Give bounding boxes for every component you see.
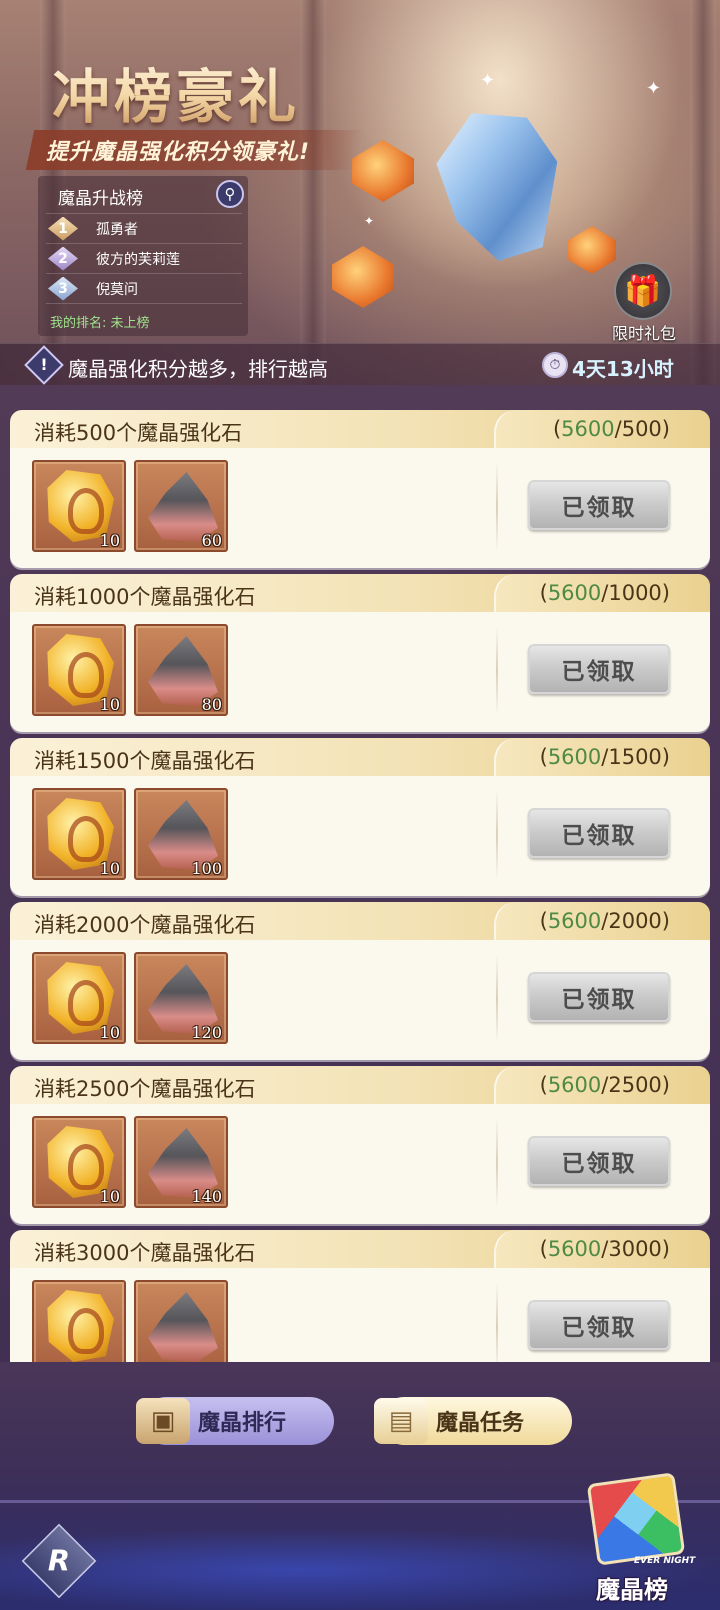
enhance-stone-item[interactable]: 140 — [134, 1116, 228, 1208]
rank-badge-2: 2 — [48, 246, 78, 271]
scroll-icon: ▤ — [374, 1398, 428, 1444]
tab-crystal-tasks[interactable]: ▤ 魔晶任务 — [374, 1397, 572, 1445]
gold-crystal-item[interactable]: 10 — [32, 460, 126, 552]
reward-card: 消耗1000个魔晶强化石 (5600/1000) 10 80 已领取 — [10, 574, 710, 732]
item-quantity: 60 — [201, 531, 222, 550]
sparkle-icon: ✦ — [364, 214, 375, 228]
magic-crystal-illustration — [430, 102, 570, 267]
stopwatch-icon: ⏱ — [542, 352, 568, 378]
divider — [46, 303, 242, 304]
item-quantity: 10 — [99, 1187, 120, 1206]
reward-progress: (5600/1000) — [539, 581, 670, 605]
item-quantity: 10 — [99, 695, 120, 714]
rank-badge-1: 1 — [48, 216, 78, 241]
reward-card: 消耗3000个魔晶强化石 (5600/3000) 已领取 — [10, 1230, 710, 1362]
item-quantity: 140 — [191, 1187, 222, 1206]
reward-requirement: 消耗1000个魔晶强化石 — [34, 585, 256, 609]
search-icon[interactable]: ⚲ — [216, 180, 244, 208]
tab-crystal-ranking[interactable]: ▣ 魔晶排行 — [136, 1397, 334, 1445]
ranking-player-name: 彼方的芙莉莲 — [96, 251, 180, 268]
tab-label: 魔晶排行 — [198, 1411, 287, 1436]
claimed-button[interactable]: 已领取 — [528, 644, 670, 694]
item-quantity: 120 — [191, 1023, 222, 1042]
enhance-stone-item[interactable]: 60 — [134, 460, 228, 552]
reward-requirement: 消耗500个魔晶强化石 — [34, 421, 243, 445]
reward-card-body: 10 120 已领取 — [10, 940, 710, 1060]
reward-card-body: 10 80 已领取 — [10, 612, 710, 732]
ranking-row: 2 彼方的芙莉莲 — [46, 243, 242, 273]
reward-card: 消耗2000个魔晶强化石 (5600/2000) 10 120 已领取 — [10, 902, 710, 1060]
tab-label: 魔晶任务 — [436, 1411, 525, 1436]
item-quantity: 10 — [99, 859, 120, 878]
ranking-title: 魔晶升战榜 — [58, 189, 143, 209]
background-pillar — [690, 0, 716, 385]
reward-list[interactable]: 消耗500个魔晶强化石 (5600/500) 10 60 已领取 消耗1000个… — [0, 410, 720, 1362]
reward-card-body: 10 140 已领取 — [10, 1104, 710, 1224]
page-title: 冲榜豪礼 — [52, 50, 300, 134]
info-text: 魔晶强化积分越多，排行越高 — [68, 357, 328, 381]
reward-card-body: 10 60 已领取 — [10, 448, 710, 568]
reward-progress: (5600/2000) — [539, 909, 670, 933]
crystal-board-label[interactable]: 魔晶榜 — [596, 1570, 668, 1605]
ore-illustration — [332, 246, 394, 308]
reward-card: 消耗500个魔晶强化石 (5600/500) 10 60 已领取 — [10, 410, 710, 568]
page-subtitle: 提升魔晶强化积分领豪礼! — [46, 140, 311, 165]
gift-box-icon[interactable]: 🎁 — [614, 262, 672, 320]
reward-progress: (5600/500) — [552, 417, 670, 441]
claimed-button[interactable]: 已领取 — [528, 808, 670, 858]
gold-crystal-item[interactable] — [32, 1280, 126, 1362]
enhance-stone-item[interactable]: 100 — [134, 788, 228, 880]
info-bar: ! 魔晶强化积分越多，排行越高 ⏱ 4天13小时 — [0, 343, 720, 385]
gold-crystal-item[interactable]: 10 — [32, 788, 126, 880]
ranking-player-name: 孤勇者 — [96, 221, 138, 238]
reward-card: 消耗1500个魔晶强化石 (5600/1500) 10 100 已领取 — [10, 738, 710, 896]
brand-tag: EVER NIGHT — [634, 1556, 696, 1566]
ranking-row: 3 倪莫问 — [46, 273, 242, 303]
gold-crystal-item[interactable]: 10 — [32, 1116, 126, 1208]
ranking-panel: 魔晶升战榜 ⚲ 1 孤勇者 2 彼方的芙莉莲 3 倪莫问 我的排名: 未上榜 — [38, 176, 248, 336]
reward-card-body: 10 100 已领取 — [10, 776, 710, 896]
claimed-button[interactable]: 已领取 — [528, 480, 670, 530]
treasure-chest-icon: ▣ — [136, 1398, 190, 1444]
reward-card: 消耗2500个魔晶强化石 (5600/2500) 10 140 已领取 — [10, 1066, 710, 1224]
reward-requirement: 消耗2500个魔晶强化石 — [34, 1077, 256, 1101]
sparkle-icon: ✦ — [480, 70, 496, 91]
gold-crystal-item[interactable]: 10 — [32, 952, 126, 1044]
claimed-button[interactable]: 已领取 — [528, 1300, 670, 1350]
my-rank-status: 我的排名: 未上榜 — [50, 316, 150, 331]
reward-card-body: 已领取 — [10, 1268, 710, 1362]
claimed-button[interactable]: 已领取 — [528, 972, 670, 1022]
ranking-player-name: 倪莫问 — [96, 281, 138, 298]
ore-illustration — [568, 226, 616, 274]
enhance-stone-item[interactable]: 80 — [134, 624, 228, 716]
item-quantity: 100 — [191, 859, 222, 878]
exclamation-icon[interactable]: ! — [24, 345, 64, 385]
reward-requirement: 消耗3000个魔晶强化石 — [34, 1241, 256, 1265]
background-pillar — [300, 0, 326, 385]
ranking-row: 1 孤勇者 — [46, 213, 242, 243]
cube-icon[interactable] — [586, 1472, 686, 1566]
reward-progress: (5600/1500) — [539, 745, 670, 769]
enhance-stone-item[interactable]: 120 — [134, 952, 228, 1044]
item-quantity: 10 — [99, 531, 120, 550]
ore-illustration — [352, 140, 414, 202]
reward-progress: (5600/3000) — [539, 1237, 670, 1261]
sparkle-icon: ✦ — [646, 78, 662, 99]
enhance-stone-item[interactable] — [134, 1280, 228, 1362]
claimed-button[interactable]: 已领取 — [528, 1136, 670, 1186]
reward-requirement: 消耗2000个魔晶强化石 — [34, 913, 256, 937]
item-quantity: 80 — [201, 695, 222, 714]
reward-requirement: 消耗1500个魔晶强化石 — [34, 749, 256, 773]
gold-crystal-item[interactable]: 10 — [32, 624, 126, 716]
countdown-timer: 4天13小时 — [572, 357, 674, 381]
rank-badge-3: 3 — [48, 276, 78, 301]
event-banner: ✦ ✦ ✦ 冲榜豪礼 提升魔晶强化积分领豪礼! 魔晶升战榜 ⚲ 1 孤勇者 2 … — [0, 0, 720, 385]
gift-label[interactable]: 限时礼包 — [612, 320, 676, 344]
reward-progress: (5600/2500) — [539, 1073, 670, 1097]
item-quantity: 10 — [99, 1023, 120, 1042]
